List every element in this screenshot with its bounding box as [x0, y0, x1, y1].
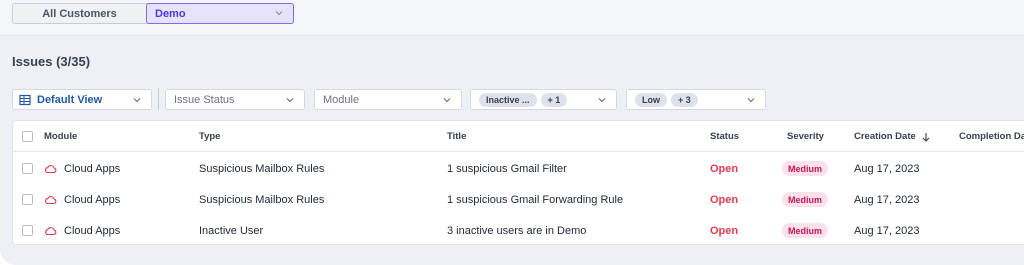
table-header: Module Type Title Status Severity Creati…: [13, 121, 1024, 152]
row-creation-date: Aug 17, 2023: [854, 193, 920, 206]
chevron-down-icon: [747, 98, 755, 103]
row-module: Cloud Apps: [44, 215, 120, 246]
severity-badge: Medium: [782, 223, 829, 238]
column-header-status[interactable]: Status: [710, 121, 739, 152]
table-row[interactable]: Cloud Apps Inactive User 3 inactive user…: [13, 215, 1024, 246]
row-creation-date: Aug 17, 2023: [854, 162, 920, 175]
row-severity: Medium: [782, 215, 829, 246]
customer-select[interactable]: Demo: [146, 3, 294, 24]
row-module-label: Cloud Apps: [64, 162, 121, 175]
row-title[interactable]: 1 suspicious Gmail Filter: [447, 153, 567, 184]
column-header-severity[interactable]: Severity: [787, 121, 824, 152]
column-header-creation-date[interactable]: Creation Date: [854, 121, 930, 152]
type-filter-more-chip[interactable]: + 1: [540, 92, 568, 107]
table-row[interactable]: Cloud Apps Suspicious Mailbox Rules 1 su…: [13, 153, 1024, 184]
column-header-title[interactable]: Title: [447, 121, 466, 152]
table-grid-icon: [19, 94, 31, 105]
view-select[interactable]: Default View: [12, 89, 152, 110]
row-checkbox[interactable]: [22, 184, 33, 215]
chevron-down-icon: [286, 98, 294, 103]
column-header-completion-date[interactable]: Completion Date: [959, 121, 1024, 152]
row-severity: Medium: [782, 184, 829, 215]
row-title[interactable]: 1 suspicious Gmail Forwarding Rule: [447, 184, 623, 215]
row-module-label: Cloud Apps: [64, 193, 121, 206]
row-type: Inactive User: [199, 224, 264, 237]
chevron-down-icon: [275, 11, 283, 16]
severity-badge: Medium: [782, 192, 829, 207]
column-header-type[interactable]: Type: [199, 121, 220, 152]
row-module: Cloud Apps: [44, 153, 120, 184]
row-status: Open: [710, 162, 739, 175]
row-severity: Medium: [782, 153, 829, 184]
chevron-down-icon: [598, 98, 606, 103]
row-checkbox[interactable]: [22, 153, 33, 184]
table-row[interactable]: Cloud Apps Suspicious Mailbox Rules 1 su…: [13, 184, 1024, 215]
page-title: Issues (3/35): [12, 54, 91, 69]
row-title[interactable]: 3 inactive users are in Demo: [447, 215, 586, 246]
issue-status-placeholder: Issue Status: [174, 93, 235, 106]
customer-select-value: Demo: [155, 7, 186, 20]
row-status: Open: [710, 193, 739, 206]
filter-divider: [158, 88, 159, 110]
row-module: Cloud Apps: [44, 184, 120, 215]
arrow-down-icon: [922, 132, 930, 142]
module-filter[interactable]: Module: [314, 89, 462, 110]
severity-badge: Medium: [782, 161, 829, 176]
row-module-label: Cloud Apps: [64, 224, 121, 237]
chevron-down-icon: [133, 98, 141, 103]
severity-filter-more-chip[interactable]: + 3: [671, 92, 698, 107]
row-creation-date: Aug 17, 2023: [854, 224, 920, 237]
scope-bar: All Customers Demo: [0, 0, 1024, 36]
column-header-module[interactable]: Module: [44, 121, 77, 152]
view-select-value: Default View: [37, 93, 103, 106]
cloud-icon: [45, 164, 57, 173]
row-checkbox[interactable]: [22, 215, 33, 246]
row-status: Open: [710, 224, 739, 237]
creation-date-label: Creation Date: [854, 131, 916, 142]
all-customers-button[interactable]: All Customers: [13, 4, 146, 23]
cloud-icon: [45, 226, 57, 235]
issues-table: Module Type Title Status Severity Creati…: [12, 120, 1024, 245]
severity-filter-chip[interactable]: Low: [635, 92, 667, 107]
module-filter-placeholder: Module: [323, 93, 360, 106]
row-type: Suspicious Mailbox Rules: [199, 162, 325, 175]
type-filter[interactable]: Inactive ... + 1: [470, 89, 617, 110]
chevron-down-icon: [443, 98, 451, 103]
customer-scope-toggle: All Customers Demo: [12, 3, 294, 24]
issue-status-filter[interactable]: Issue Status: [165, 89, 305, 110]
select-all-checkbox[interactable]: [22, 121, 33, 152]
severity-filter[interactable]: Low + 3: [626, 89, 766, 110]
type-filter-chip[interactable]: Inactive ...: [479, 92, 537, 107]
app-frame: All Customers Demo Issues (3/35) Default…: [0, 0, 1024, 265]
row-type: Suspicious Mailbox Rules: [199, 193, 325, 206]
cloud-icon: [45, 195, 57, 204]
